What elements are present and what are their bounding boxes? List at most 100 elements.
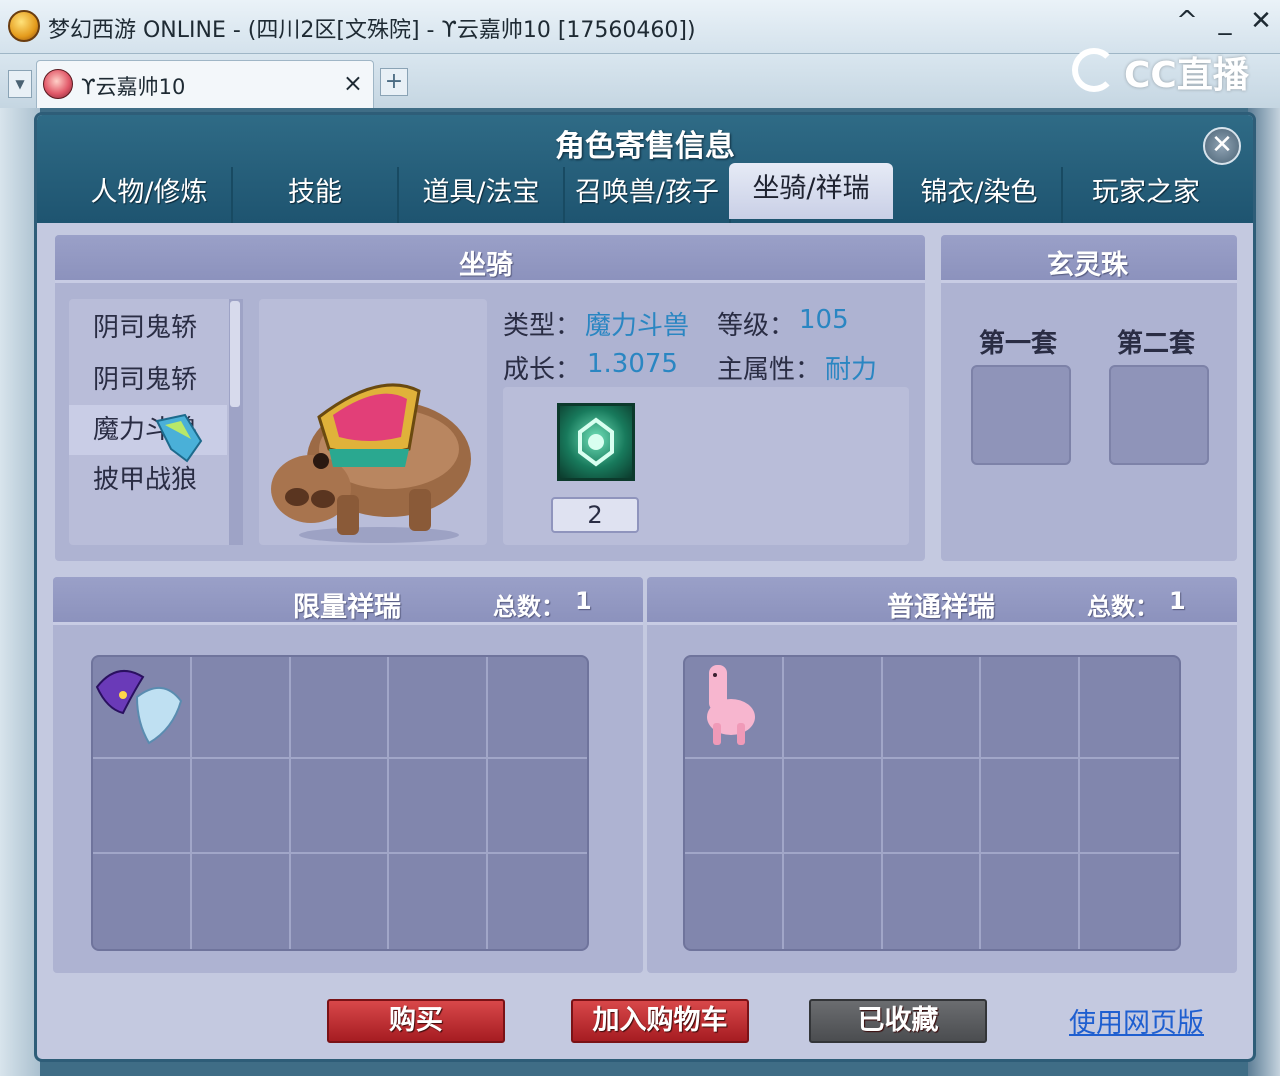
grid-cell[interactable] bbox=[685, 657, 784, 759]
normal-panel-header: 普通祥瑞 总数： 1 bbox=[647, 577, 1237, 625]
bead-set-1-label: 第一套 bbox=[979, 329, 1058, 359]
grid-cell[interactable] bbox=[488, 657, 587, 759]
grid-cell[interactable] bbox=[883, 854, 982, 949]
level-value: 105 bbox=[799, 305, 849, 335]
game-app-icon bbox=[8, 10, 40, 42]
grid-cell[interactable] bbox=[882, 657, 982, 759]
grid-cell[interactable] bbox=[783, 759, 883, 854]
main-attribute-label: 主属性： bbox=[717, 355, 822, 385]
skill-level-badge: 2 bbox=[551, 497, 639, 533]
grid-cell[interactable] bbox=[192, 854, 291, 949]
type-value: 魔力斗兽 bbox=[585, 311, 690, 341]
collapse-button[interactable]: ^ bbox=[1170, 6, 1204, 36]
dragged-item-icon bbox=[155, 413, 203, 463]
consignment-dialog: 角色寄售信息 ✕ 人物/修炼 技能 道具/法宝 召唤兽/孩子 锦衣/染色 玩家之… bbox=[34, 112, 1256, 1062]
grid-cell[interactable] bbox=[981, 854, 1081, 949]
mount-panel-title: 坐骑 bbox=[459, 250, 513, 281]
normal-count-value: 1 bbox=[1169, 587, 1186, 615]
grid-cell[interactable] bbox=[93, 657, 192, 759]
mount-list-scroll-thumb[interactable] bbox=[230, 301, 240, 407]
limited-auspicious-panel: 限量祥瑞 总数： 1 bbox=[53, 577, 643, 973]
bead-set-2-label: 第二套 bbox=[1117, 329, 1196, 359]
spirit-bead-title: 玄灵珠 bbox=[1047, 250, 1128, 281]
grid-cell[interactable] bbox=[882, 759, 982, 854]
mount-skill-icon[interactable] bbox=[557, 403, 635, 481]
dragon-fish-icon bbox=[95, 669, 183, 745]
grid-cell[interactable] bbox=[1080, 854, 1179, 949]
growth-label: 成长： bbox=[503, 355, 582, 385]
character-tab-title: ϒ云嘉帅10 bbox=[81, 75, 186, 99]
tab-items[interactable]: 道具/法宝 bbox=[399, 167, 565, 223]
tab-skills[interactable]: 技能 bbox=[233, 167, 399, 223]
main-attribute-value: 耐力 bbox=[825, 355, 878, 385]
grid-cell[interactable] bbox=[783, 657, 883, 759]
grid-cell[interactable] bbox=[685, 759, 784, 854]
dialog-title: 角色寄售信息 bbox=[555, 129, 735, 164]
limited-count-value: 1 bbox=[575, 587, 592, 615]
grid-cell[interactable] bbox=[389, 657, 489, 759]
cc-logo-icon bbox=[1072, 48, 1116, 92]
grid-cell[interactable] bbox=[1080, 759, 1179, 854]
grid-cell[interactable] bbox=[191, 759, 291, 854]
tab-close-icon[interactable]: × bbox=[343, 69, 363, 97]
bead-slot-2[interactable] bbox=[1109, 365, 1209, 465]
grid-cell[interactable] bbox=[1080, 657, 1179, 759]
spirit-bead-panel: 玄灵珠 第一套 第二套 bbox=[941, 235, 1237, 561]
normal-panel-title: 普通祥瑞 bbox=[887, 592, 995, 623]
tab-character[interactable]: 人物/修炼 bbox=[67, 167, 233, 223]
watermark-text: CC直播 bbox=[1124, 55, 1249, 96]
limited-auspicious-grid bbox=[91, 655, 589, 951]
favorited-button[interactable]: 已收藏 bbox=[809, 999, 987, 1043]
mount-panel-header: 坐骑 bbox=[55, 235, 925, 283]
grid-cell[interactable] bbox=[290, 759, 390, 854]
type-label: 类型： bbox=[503, 311, 582, 341]
grid-cell[interactable] bbox=[389, 854, 489, 949]
grid-cell[interactable] bbox=[981, 657, 1081, 759]
grid-cell[interactable] bbox=[685, 854, 784, 949]
tab-mounts[interactable]: 坐骑/祥瑞 bbox=[729, 163, 893, 219]
normal-auspicious-panel: 普通祥瑞 总数： 1 bbox=[647, 577, 1237, 973]
limited-count-label: 总数： bbox=[493, 593, 565, 621]
normal-count-label: 总数： bbox=[1087, 593, 1159, 621]
character-tab[interactable]: ϒ云嘉帅10 × bbox=[36, 60, 374, 108]
grid-cell[interactable] bbox=[290, 657, 390, 759]
add-to-cart-button[interactable]: 加入购物车 bbox=[571, 999, 749, 1043]
tab-dropdown-button[interactable]: ▼ bbox=[8, 70, 32, 98]
tab-home[interactable]: 玩家之家 bbox=[1063, 167, 1229, 223]
grid-cell[interactable] bbox=[291, 854, 390, 949]
tab-outfits[interactable]: 锦衣/染色 bbox=[897, 167, 1063, 223]
growth-value: 1.3075 bbox=[587, 349, 678, 379]
dialog-close-button[interactable]: ✕ bbox=[1203, 127, 1241, 165]
grid-cell[interactable] bbox=[93, 759, 192, 854]
grid-cell[interactable] bbox=[488, 854, 587, 949]
grid-cell[interactable] bbox=[389, 759, 489, 854]
grid-cell[interactable] bbox=[784, 854, 883, 949]
web-version-link[interactable]: 使用网页版 bbox=[1069, 1001, 1204, 1040]
mount-panel: 坐骑 阴司鬼轿 阴司鬼轿 魔力斗兽 披甲战狼 类型： 魔力斗兽 等级： 105 … bbox=[55, 235, 925, 561]
mount-list: 阴司鬼轿 阴司鬼轿 魔力斗兽 披甲战狼 bbox=[69, 299, 243, 545]
limited-panel-title: 限量祥瑞 bbox=[293, 592, 401, 623]
grid-cell[interactable] bbox=[981, 759, 1081, 854]
spirit-bead-header: 玄灵珠 bbox=[941, 235, 1237, 283]
level-label: 等级： bbox=[717, 311, 796, 341]
tab-pets[interactable]: 召唤兽/孩子 bbox=[565, 167, 731, 223]
grid-cell[interactable] bbox=[93, 854, 192, 949]
grid-cell[interactable] bbox=[191, 657, 291, 759]
limited-panel-header: 限量祥瑞 总数： 1 bbox=[53, 577, 643, 625]
grid-cell[interactable] bbox=[488, 759, 587, 854]
alpaca-icon bbox=[707, 665, 755, 745]
minimize-button[interactable]: _ bbox=[1208, 6, 1242, 36]
cc-live-watermark: CC直播 bbox=[1072, 44, 1249, 96]
normal-auspicious-grid bbox=[683, 655, 1181, 951]
mount-list-item[interactable]: 阴司鬼轿 bbox=[69, 303, 227, 353]
dialog-tabs: 人物/修炼 技能 道具/法宝 召唤兽/孩子 锦衣/染色 玩家之家 bbox=[67, 167, 1227, 223]
add-tab-button[interactable]: + bbox=[380, 68, 408, 96]
mount-preview bbox=[259, 299, 487, 545]
hippo-mount-image bbox=[271, 383, 471, 543]
window-title: 梦幻西游 ONLINE - (四川2区[文殊院] - ϒ云嘉帅10 [17560… bbox=[48, 18, 696, 43]
window-close-button[interactable]: ✕ bbox=[1244, 6, 1278, 36]
bead-slot-1[interactable] bbox=[971, 365, 1071, 465]
buy-button[interactable]: 购买 bbox=[327, 999, 505, 1043]
character-avatar-icon bbox=[43, 69, 73, 99]
mount-list-item[interactable]: 阴司鬼轿 bbox=[69, 355, 227, 405]
